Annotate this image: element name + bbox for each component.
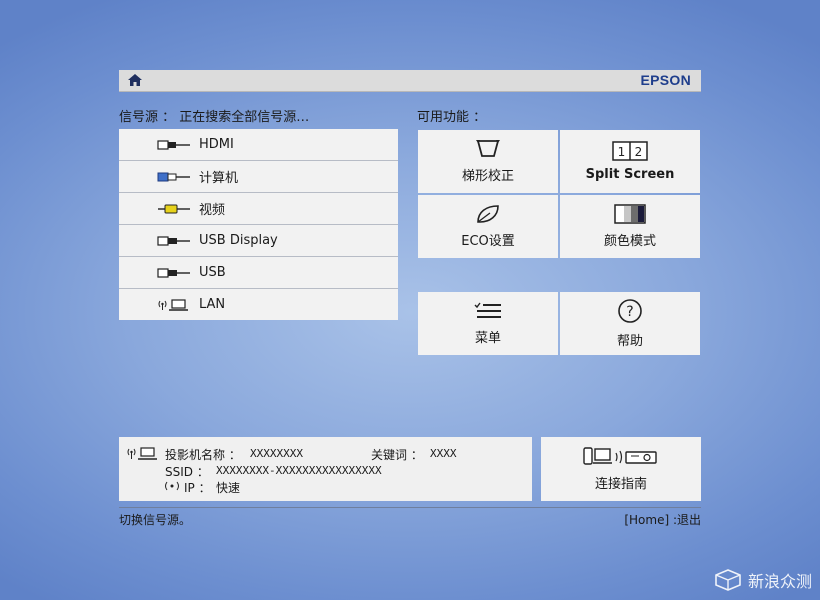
svg-text:2: 2 bbox=[635, 145, 643, 159]
footer-exit-hint: [Home] :退出 bbox=[624, 513, 701, 527]
source-label: 视频 bbox=[199, 203, 226, 218]
source-item-hdmi[interactable]: HDMI bbox=[119, 129, 398, 161]
projector-name-label: 投影机名称 ： bbox=[165, 448, 241, 462]
keystone-icon bbox=[476, 140, 500, 157]
split-screen-icon: 1 2 bbox=[612, 141, 648, 161]
menu-button[interactable]: 菜单 bbox=[418, 292, 558, 355]
connection-guide-label: 连接指南 bbox=[594, 476, 647, 492]
network-info-panel: 投影机名称 ： XXXXXXXX 关键词 ： XXXX SSID ： XXXXX… bbox=[119, 437, 532, 501]
source-label: HDMI bbox=[199, 137, 234, 152]
keystone-button[interactable]: 梯形校正 bbox=[418, 130, 558, 193]
color-mode-icon bbox=[614, 204, 646, 224]
source-item-lan[interactable]: LAN bbox=[119, 289, 398, 320]
eco-settings-label: ECO设置 bbox=[461, 234, 515, 249]
svg-text:?: ? bbox=[626, 304, 633, 320]
footer-hint: 切换信号源。 bbox=[119, 513, 192, 527]
source-item-usb[interactable]: USB bbox=[119, 257, 398, 289]
keyword-label: 关键词 ： bbox=[371, 448, 423, 462]
source-item-computer[interactable]: 计算机 bbox=[119, 161, 398, 193]
watermark: 新浪众测 bbox=[714, 568, 812, 592]
usb-icon bbox=[157, 267, 190, 278]
color-mode-label: 颜色模式 bbox=[603, 234, 656, 249]
ssid-label: SSID ： bbox=[165, 465, 209, 479]
wireless-icon bbox=[165, 481, 179, 491]
ip-value: 快速 bbox=[216, 481, 241, 495]
color-mode-button[interactable]: 颜色模式 bbox=[560, 195, 700, 258]
split-screen-label: Split Screen bbox=[585, 167, 675, 182]
source-list: HDMI 计算机 视频 USB Display USB LAN bbox=[119, 129, 398, 320]
watermark-text: 新浪众测 bbox=[747, 572, 812, 591]
svg-text:1: 1 bbox=[618, 145, 626, 159]
connection-guide-button[interactable]: 连接指南 bbox=[541, 437, 701, 501]
help-button[interactable]: ? 帮助 bbox=[560, 292, 700, 355]
top-bar: EPSON bbox=[119, 70, 701, 92]
source-label: LAN bbox=[199, 297, 226, 312]
footer-divider bbox=[119, 507, 701, 508]
hdmi-cable-icon bbox=[157, 139, 190, 150]
source-label: USB bbox=[199, 265, 226, 280]
menu-icon bbox=[474, 302, 501, 318]
connection-guide-icon bbox=[583, 446, 657, 465]
sources-label: 信号源 ： 正在搜索全部信号源… bbox=[119, 110, 310, 125]
menu-label: 菜单 bbox=[474, 331, 501, 346]
vga-cable-icon bbox=[157, 172, 190, 181]
lan-icon bbox=[158, 298, 188, 311]
ssid-value: XXXXXXXX-XXXXXXXXXXXXXXXX bbox=[216, 464, 382, 477]
source-label: USB Display bbox=[199, 233, 278, 248]
keyword-value: XXXX bbox=[430, 447, 457, 460]
help-icon: ? bbox=[618, 299, 642, 323]
source-item-usb-display[interactable]: USB Display bbox=[119, 225, 398, 257]
ip-label: IP ： bbox=[184, 481, 211, 495]
help-label: 帮助 bbox=[616, 334, 643, 349]
network-lan-icon bbox=[127, 447, 157, 460]
home-icon[interactable] bbox=[127, 73, 143, 87]
source-item-video[interactable]: 视频 bbox=[119, 193, 398, 225]
eco-settings-button[interactable]: ECO设置 bbox=[418, 195, 558, 258]
leaf-icon bbox=[477, 205, 499, 223]
source-label: 计算机 bbox=[199, 171, 239, 186]
rca-cable-icon bbox=[158, 204, 190, 213]
projector-name-value: XXXXXXXX bbox=[250, 447, 303, 460]
keystone-label: 梯形校正 bbox=[461, 169, 514, 184]
brand-logo: EPSON bbox=[640, 72, 691, 88]
split-screen-button[interactable]: 1 2 Split Screen bbox=[560, 130, 700, 193]
functions-label: 可用功能 ： bbox=[417, 110, 487, 125]
usb-display-icon bbox=[157, 235, 190, 246]
cube-logo-icon bbox=[715, 569, 741, 591]
